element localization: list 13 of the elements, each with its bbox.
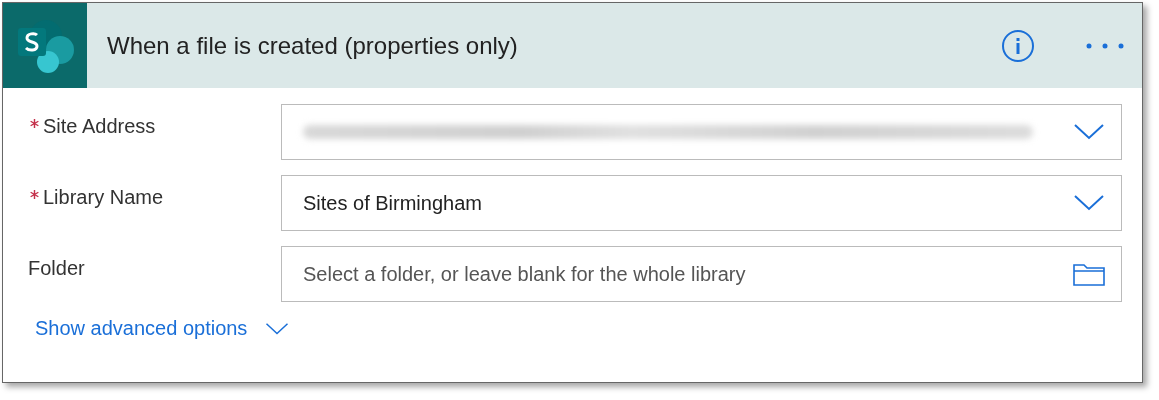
trigger-title: When a file is created (properties only) — [107, 31, 519, 60]
info-icon[interactable] — [1002, 29, 1034, 62]
chevron-down-icon[interactable] — [1073, 194, 1105, 212]
show-advanced-options-link[interactable]: Show advanced options — [35, 317, 248, 340]
chevron-down-icon[interactable] — [1073, 123, 1105, 141]
folder-icon[interactable] — [1073, 262, 1105, 286]
library-dropdown[interactable]: Sites of Birmingham — [281, 175, 1122, 231]
field-label: Site Address — [43, 114, 156, 138]
field-label: Library Name — [43, 185, 164, 209]
chevron-down-icon[interactable] — [265, 321, 290, 336]
folder-field[interactable]: Select a folder, or leave blank for the whole library — [281, 246, 1122, 302]
field-label: Folder — [28, 256, 85, 280]
more-options-icon[interactable] — [1086, 42, 1124, 49]
